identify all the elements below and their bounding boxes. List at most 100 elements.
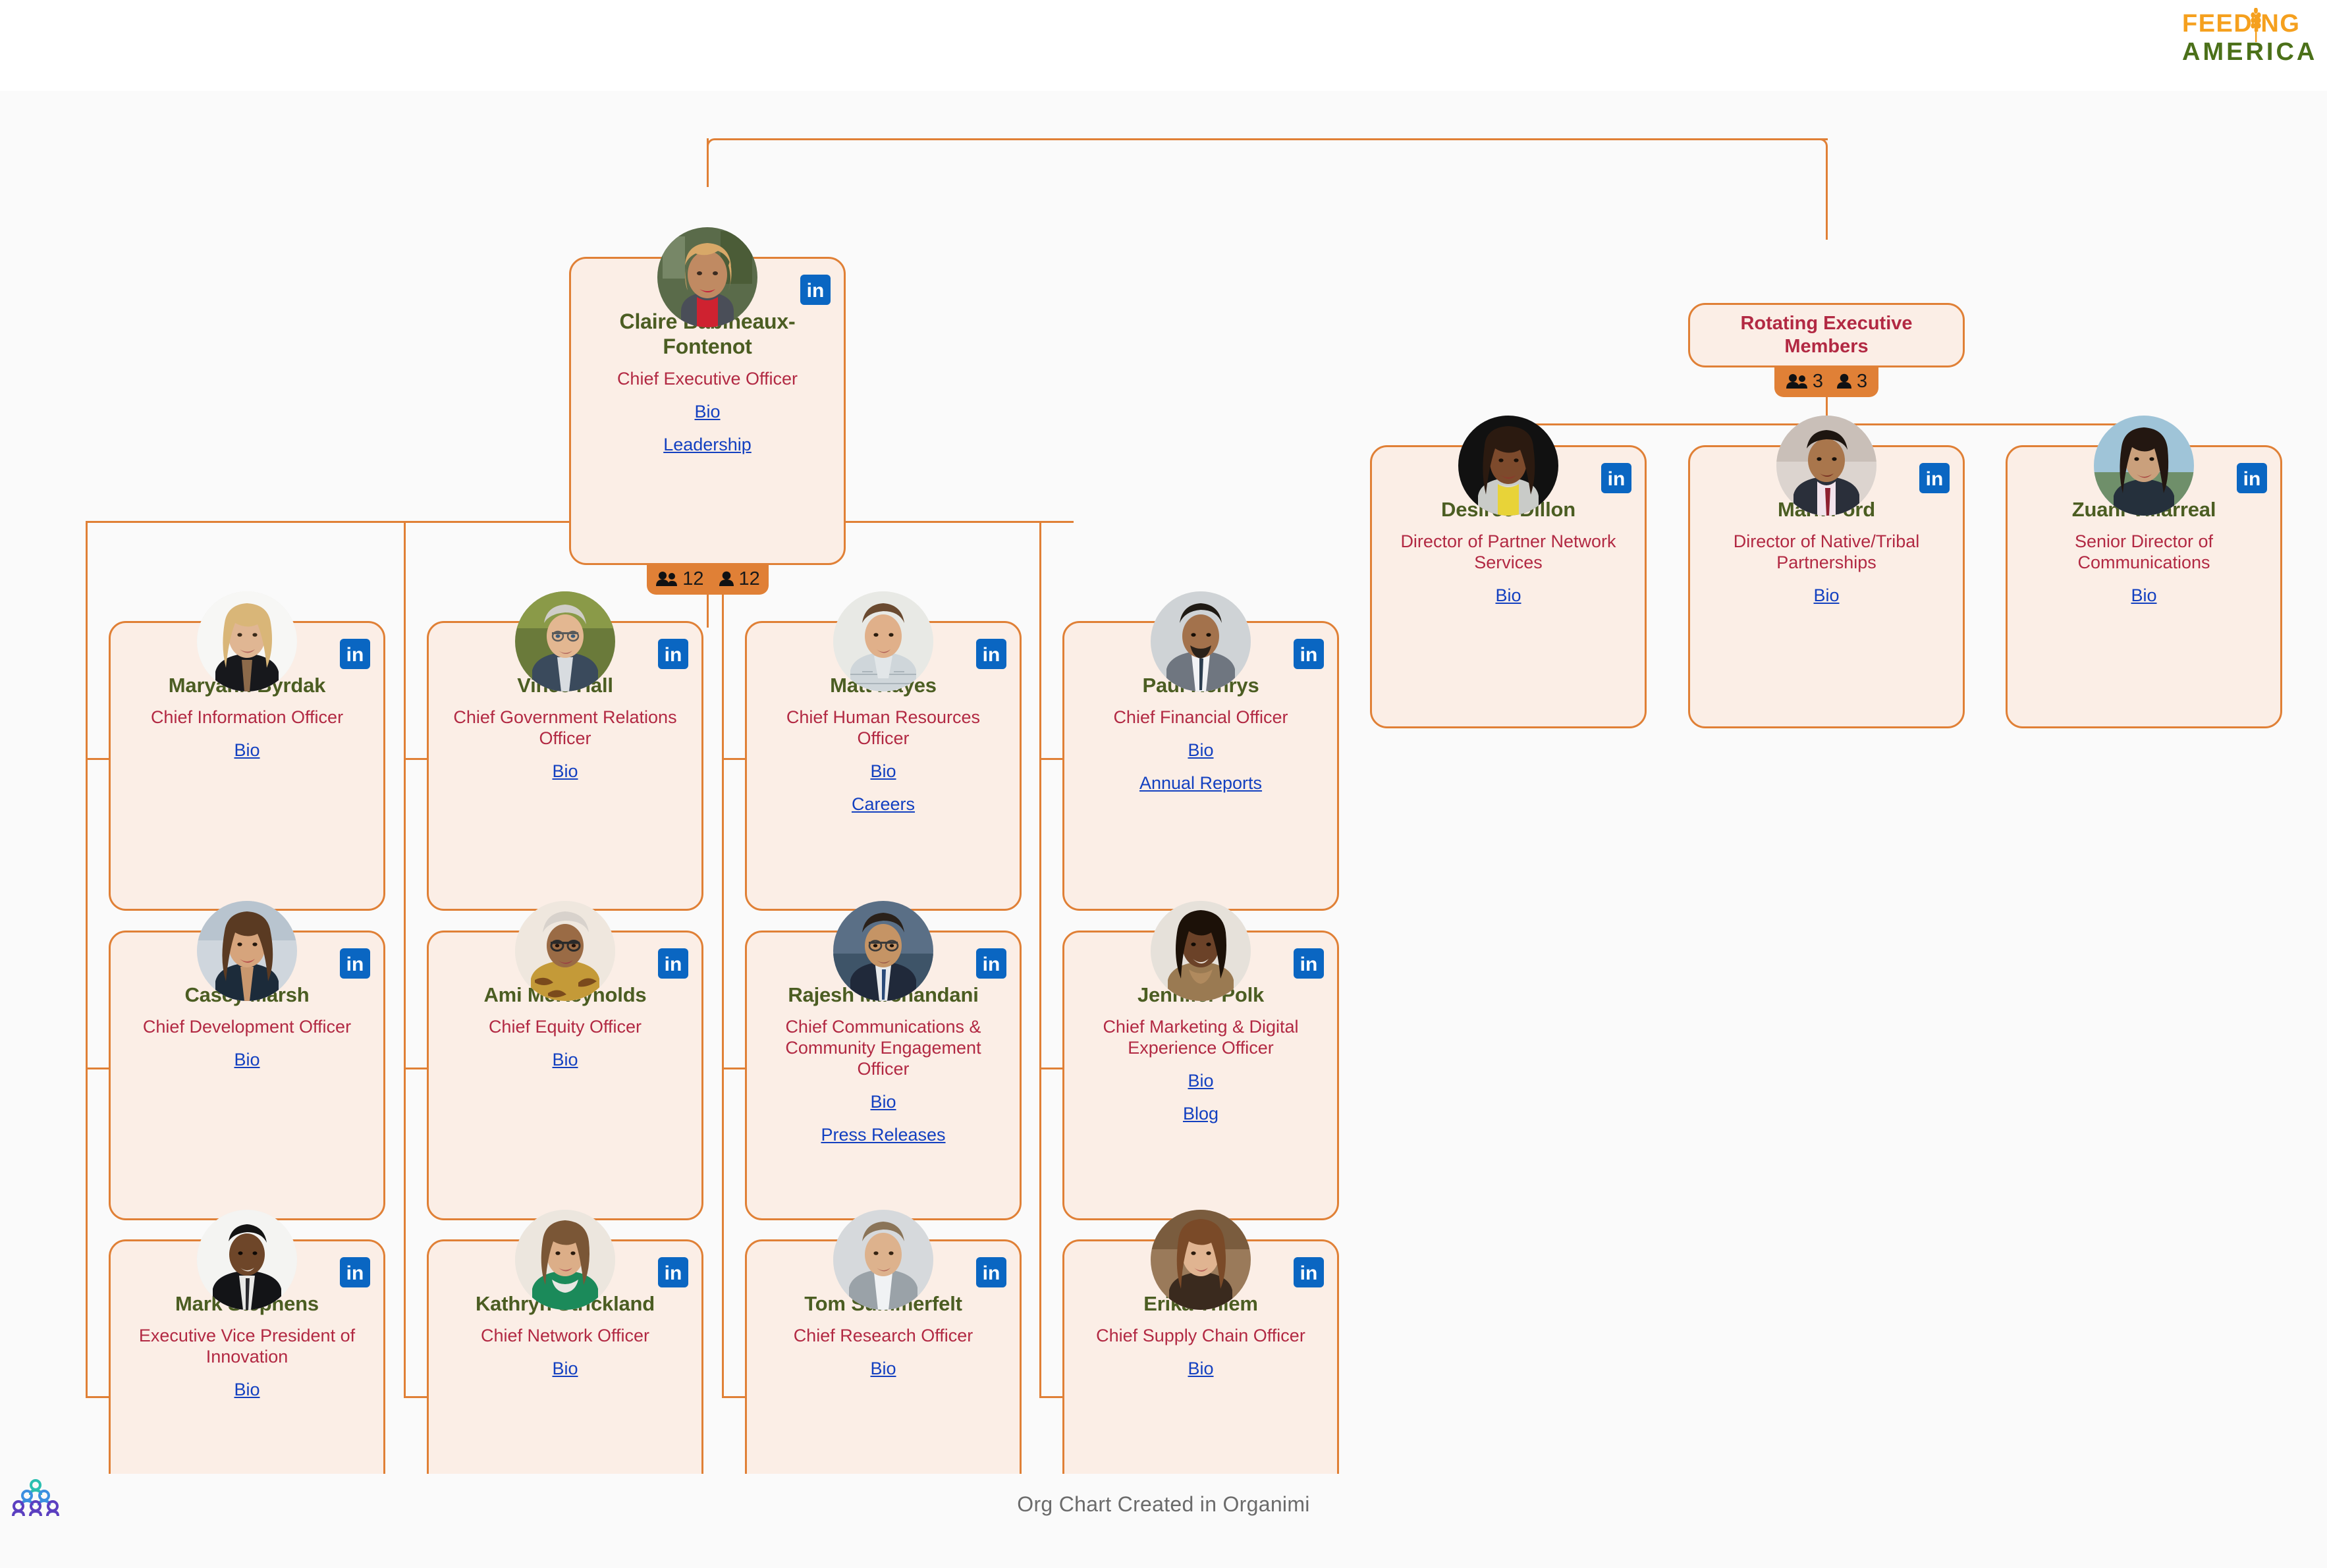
bio-link[interactable]: Bio [1702,585,1951,606]
linkedin-icon-label: in [982,1262,1000,1284]
linkedin-icon-label: in [1300,1262,1318,1284]
person-icon [1837,373,1851,389]
linkedin-icon[interactable]: in [340,1257,370,1287]
avatar-executive [515,901,615,1001]
linkedin-icon-label: in [1607,468,1626,490]
linkedin-icon[interactable]: in [1294,1257,1324,1287]
card-executive[interactable]: in Ami McReynolds Chief Equity Officer B… [427,901,703,1220]
group-count: 12 [655,569,704,589]
card-executive[interactable]: in Vince Hall Chief Government Relations… [427,591,703,911]
linkedin-icon[interactable]: in [658,948,688,979]
linkedin-icon[interactable]: in [1919,463,1950,493]
person-count-value: 12 [738,568,760,589]
card-rotating-member[interactable]: in Mark Ford Director of Native/Tribal P… [1688,416,1965,728]
card-executive[interactable]: in Jennifer Polk Chief Marketing & Digit… [1062,901,1339,1220]
person-title: Chief Executive Officer [616,369,798,389]
linkedin-icon-label: in [1300,954,1318,975]
person-title: Chief Marketing & Digital Experience Off… [1103,1017,1299,1058]
avatar-executive [1151,591,1251,691]
linkedin-icon-label: in [1925,468,1944,490]
linkedin-icon[interactable]: in [658,1257,688,1287]
bio-link[interactable]: Bio [123,1379,371,1400]
bio-link[interactable]: Bio [441,1358,690,1379]
linkedin-icon-label: in [664,644,682,666]
bio-link[interactable]: Bio [441,1049,690,1070]
bio-link[interactable]: Bio [1076,1358,1325,1379]
bio-link[interactable]: Bio [583,401,832,422]
avatar-executive [515,591,615,691]
avatar-executive [833,1210,933,1310]
linkedin-icon[interactable]: in [340,948,370,979]
group-count: 3 [1786,370,1823,392]
linkedin-icon[interactable]: in [1601,463,1631,493]
org-chart-page: in Claire Babineaux-Fontenot Chief Execu… [0,0,2327,1568]
bio-link[interactable]: Bio [1384,585,1633,606]
linkedin-icon-label: in [664,954,682,975]
linkedin-icon[interactable]: in [976,639,1006,669]
avatar-rotating-member [2094,416,2194,516]
linkedin-icon[interactable]: in [1294,948,1324,979]
blog-link[interactable]: Blog [1076,1103,1325,1124]
linkedin-icon[interactable]: in [2237,463,2267,493]
leadership-link[interactable]: Leadership [583,434,832,455]
avatar-executive [833,591,933,691]
person-title: Chief Equity Officer [488,1017,642,1037]
person-title: Chief Network Officer [480,1326,650,1345]
avatar-executive [197,591,297,691]
careers-link[interactable]: Careers [759,794,1008,815]
connector-top-spine [715,138,1828,140]
card-rotating-member[interactable]: in Desiree Dillon Director of Partner Ne… [1370,416,1647,728]
bio-link[interactable]: Bio [759,1358,1008,1379]
person-count-value: 3 [1857,370,1868,392]
bio-link[interactable]: Bio [759,761,1008,782]
person-title: Chief Information Officer [150,707,344,727]
linkedin-icon[interactable]: in [1294,639,1324,669]
connector-rotating-down [1826,146,1828,240]
rotating-count-badge[interactable]: 3 3 [1774,365,1878,397]
linkedin-icon-label: in [1300,644,1318,666]
bio-link[interactable]: Bio [1076,740,1325,761]
press-releases-link[interactable]: Press Releases [759,1124,1008,1145]
bio-link[interactable]: Bio [1076,1070,1325,1091]
ceo-count-badge[interactable]: 12 12 [647,563,769,595]
linkedin-icon-label: in [664,1262,682,1284]
bio-link[interactable]: Bio [759,1091,1008,1112]
card-executive[interactable]: in Matt Hayes Chief Human Resources Offi… [745,591,1022,911]
org-chart-canvas: in Claire Babineaux-Fontenot Chief Execu… [0,91,2327,1529]
linkedin-icon[interactable]: in [976,948,1006,979]
linkedin-icon[interactable]: in [658,639,688,669]
card-executive[interactable]: in Maryann Byrdak Chief Information Offi… [109,591,385,911]
person-title: Chief Communications & Community Engagem… [785,1017,981,1079]
linkedin-icon[interactable]: in [340,639,370,669]
footer: Org Chart Created in Organimi [0,1474,2327,1568]
connector-column-spine-1 [86,521,88,1398]
bio-link[interactable]: Bio [123,740,371,761]
person-title: Chief Supply Chain Officer [1096,1326,1305,1345]
linkedin-icon-label: in [346,644,364,666]
card-executive[interactable]: in Rajesh Mirchandani Chief Communicatio… [745,901,1022,1220]
wheat-stalk-icon [2251,8,2261,42]
person-title: Senior Director of Communications [2074,531,2214,572]
bio-link[interactable]: Bio [123,1049,371,1070]
person-title: Director of Partner Network Services [1400,531,1616,572]
feeding-america-logo: FEEDING AMERICA [2182,8,2314,82]
person-title: Chief Human Resources Officer [786,707,981,748]
connector-column-spine-2 [404,521,406,1398]
linkedin-icon[interactable]: in [800,275,831,305]
card-ceo-main[interactable]: in Claire Babineaux-Fontenot Chief Execu… [569,227,846,565]
avatar-executive [833,901,933,1001]
avatar-executive [1151,1210,1251,1310]
group-count-value: 3 [1812,370,1823,392]
linkedin-icon-label: in [346,954,364,975]
logo-line-1: FEEDING [2182,10,2301,38]
bio-link[interactable]: Bio [2019,585,2268,606]
card-executive[interactable]: in Casey Marsh Chief Development Officer… [109,901,385,1220]
card-executive[interactable]: in Paul Henrys Chief Financial Officer B… [1062,591,1339,911]
annual-reports-link[interactable]: Annual Reports [1076,772,1325,794]
person-title: Executive Vice President of Innovation [138,1326,356,1366]
card-rotating-member[interactable]: in Zuani Villarreal Senior Director of C… [2006,416,2282,728]
linkedin-icon[interactable]: in [976,1257,1006,1287]
card-rotating-executive-members[interactable]: Rotating Executive Members [1688,303,1965,367]
bio-link[interactable]: Bio [441,761,690,782]
connector-column-spine-3 [722,521,724,1398]
